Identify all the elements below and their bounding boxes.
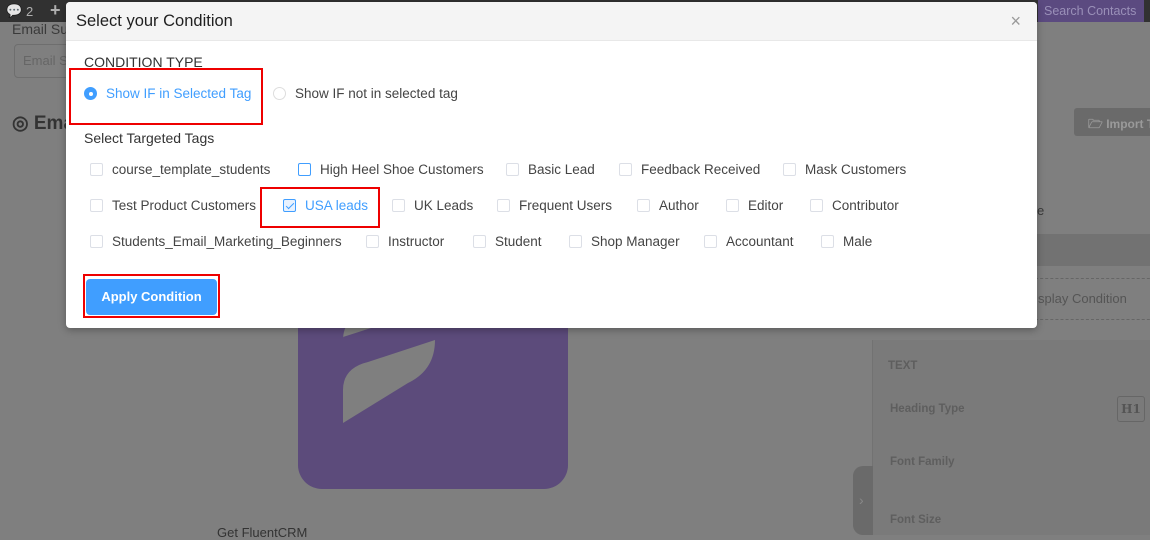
radio-unchecked-icon (273, 87, 286, 100)
tag-checkbox-item[interactable]: Instructor (366, 234, 444, 249)
checkbox-icon[interactable] (619, 163, 632, 176)
tag-label: Shop Manager (591, 234, 680, 249)
tag-checkbox-item[interactable]: course_template_students (90, 162, 270, 177)
display-condition-button[interactable]: splay Condition (1030, 278, 1150, 320)
tag-label: Author (659, 198, 699, 213)
tag-label: Students_Email_Marketing_Beginners (112, 234, 342, 249)
tag-checkbox-item[interactable]: High Heel Shoe Customers (298, 162, 484, 177)
font-family-label: Font Family (890, 456, 955, 468)
radio-show-if-in-tag[interactable]: Show IF in Selected Tag (84, 86, 251, 101)
panel-section-text: TEXT (888, 360, 918, 372)
email-icon: ◎ (12, 113, 29, 134)
tag-checkbox-item[interactable]: Accountant (704, 234, 794, 249)
tag-label: UK Leads (414, 198, 474, 213)
tag-label: Feedback Received (641, 162, 761, 177)
collapse-handle[interactable]: › (853, 466, 873, 535)
tag-checkbox-item[interactable]: UK Leads (392, 198, 473, 213)
tag-checkbox-item[interactable]: Frequent Users (497, 198, 612, 213)
tag-label: Student (495, 234, 542, 249)
settings-panel: TEXT Heading Type H1 Font Family Font Si… (872, 340, 1150, 535)
tag-label: High Heel Shoe Customers (320, 162, 484, 177)
comment-icon[interactable]: 💬 (6, 3, 22, 19)
tag-checkbox-item[interactable]: Students_Email_Marketing_Beginners (90, 234, 342, 249)
tag-checkbox-item[interactable]: Basic Lead (506, 162, 595, 177)
checkbox-icon[interactable] (821, 235, 834, 248)
checkbox-icon[interactable] (726, 199, 739, 212)
tag-label: Accountant (726, 234, 794, 249)
tag-checkbox-item[interactable]: Contributor (810, 198, 899, 213)
tag-checkbox-item[interactable]: Test Product Customers (90, 198, 256, 213)
modal-header: Select your Condition × (66, 2, 1037, 41)
checkbox-icon[interactable] (366, 235, 379, 248)
tag-label: Frequent Users (519, 198, 613, 213)
email-subject-label: Email Su (12, 21, 69, 37)
close-icon[interactable]: × (1010, 11, 1021, 32)
tag-label: Instructor (388, 234, 445, 249)
checkbox-icon[interactable] (298, 163, 311, 176)
apply-condition-button[interactable]: Apply Condition (86, 279, 217, 315)
tag-label: Mask Customers (805, 162, 907, 177)
checkbox-icon[interactable] (90, 235, 103, 248)
new-icon[interactable]: + (50, 0, 61, 21)
checkbox-icon[interactable] (90, 199, 103, 212)
radio-checked-icon (84, 87, 97, 100)
checkbox-icon[interactable] (506, 163, 519, 176)
email-subject-input[interactable]: Email S (14, 44, 74, 78)
tag-label: course_template_students (112, 162, 271, 177)
tag-label: Test Product Customers (112, 198, 257, 213)
tag-checkbox-item[interactable]: Male (821, 234, 872, 249)
checkbox-icon[interactable] (783, 163, 796, 176)
checkbox-icon[interactable] (473, 235, 486, 248)
checkbox-checked-icon[interactable] (283, 199, 296, 212)
import-template-button[interactable]: 🗁 Import Te (1074, 108, 1150, 136)
tag-checkbox-item[interactable]: Shop Manager (569, 234, 680, 249)
tag-checkbox-item[interactable]: Feedback Received (619, 162, 760, 177)
condition-modal: Select your Condition × CONDITION TYPE S… (66, 2, 1037, 328)
tag-checkbox-item[interactable]: Author (637, 198, 699, 213)
tag-label: Basic Lead (528, 162, 595, 177)
import-label: Import Te (1106, 117, 1150, 131)
radio-label: Show IF in Selected Tag (106, 86, 252, 101)
tag-label: USA leads (305, 198, 369, 213)
tag-checkbox-item[interactable]: Editor (726, 198, 783, 213)
heading-type-label: Heading Type (890, 403, 965, 415)
tag-label: Male (843, 234, 873, 249)
tag-checkbox-item[interactable]: Student (473, 234, 542, 249)
checkbox-icon[interactable] (497, 199, 510, 212)
tag-label: Contributor (832, 198, 899, 213)
checkbox-icon[interactable] (810, 199, 823, 212)
folder-icon: 🗁 (1088, 117, 1107, 131)
fluentcrm-logo (298, 300, 568, 489)
condition-type-label: CONDITION TYPE (84, 54, 203, 70)
checkbox-icon[interactable] (90, 163, 103, 176)
radio-show-if-not-in-tag[interactable]: Show IF not in selected tag (273, 86, 458, 101)
tag-checkbox-item[interactable]: USA leads (283, 198, 368, 213)
checkbox-icon[interactable] (704, 235, 717, 248)
partial-text: e (1037, 203, 1045, 218)
checkbox-icon[interactable] (392, 199, 405, 212)
tag-checkbox-item[interactable]: Mask Customers (783, 162, 906, 177)
comments-count[interactable]: 2 (26, 4, 33, 19)
get-fluentcrm-link[interactable]: Get FluentCRM (217, 525, 307, 540)
checkbox-icon[interactable] (637, 199, 650, 212)
targeted-tags-label: Select Targeted Tags (84, 130, 215, 146)
tag-label: Editor (748, 198, 784, 213)
modal-title: Select your Condition (76, 12, 233, 30)
search-contacts-button[interactable]: Search Contacts (1038, 0, 1144, 22)
radio-label: Show IF not in selected tag (295, 86, 458, 101)
checkbox-icon[interactable] (569, 235, 582, 248)
font-size-label: Font Size (890, 514, 942, 526)
heading-type-h1[interactable]: H1 (1117, 396, 1145, 422)
